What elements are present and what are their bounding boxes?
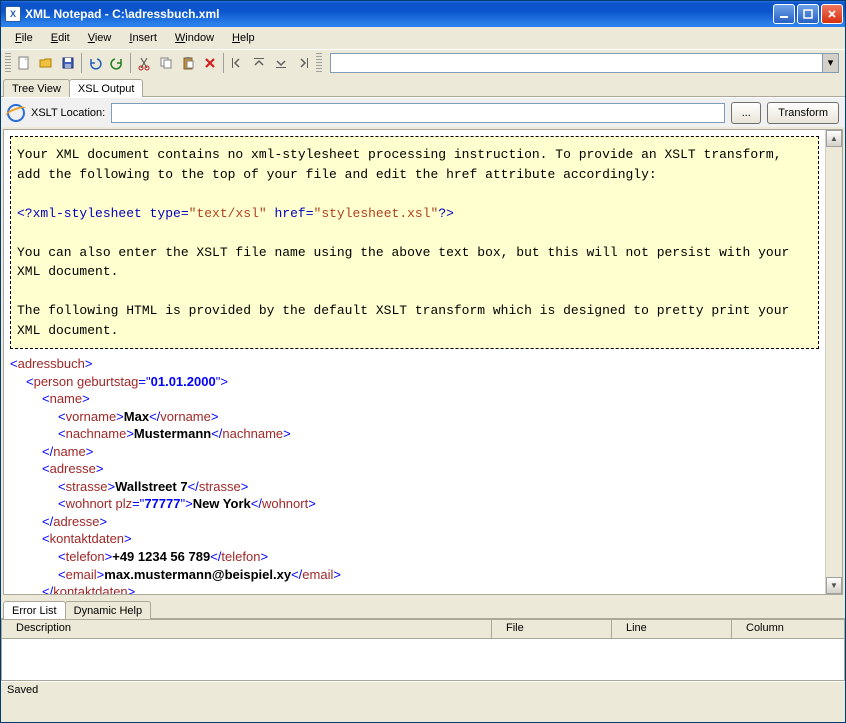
copy-icon[interactable] — [155, 52, 177, 74]
xml-pretty-print: <adressbuch> <person geburtstag="01.01.2… — [10, 355, 819, 594]
nudge-left-icon[interactable] — [226, 52, 248, 74]
redo-icon[interactable] — [106, 52, 128, 74]
toolbar: ▾ — [1, 49, 845, 75]
col-file[interactable]: File — [492, 620, 612, 638]
minimize-button[interactable] — [773, 4, 795, 24]
new-icon[interactable] — [13, 52, 35, 74]
open-icon[interactable] — [35, 52, 57, 74]
col-line[interactable]: Line — [612, 620, 732, 638]
tab-tree-view[interactable]: Tree View — [3, 79, 70, 97]
notice-p3: The following HTML is provided by the de… — [17, 301, 812, 340]
error-grid-header: Description File Line Column — [1, 619, 845, 639]
ie-icon — [7, 104, 25, 122]
tab-xsl-output[interactable]: XSL Output — [69, 79, 143, 97]
app-icon: X — [5, 6, 21, 22]
close-button[interactable] — [821, 4, 843, 24]
bottom-tabs: Error List Dynamic Help — [1, 597, 845, 619]
xslt-location-label: XSLT Location: — [31, 107, 105, 119]
menu-view[interactable]: View — [80, 30, 120, 46]
paste-icon[interactable] — [177, 52, 199, 74]
toolbar-grip[interactable] — [5, 53, 11, 73]
menu-window[interactable]: Window — [167, 30, 222, 46]
save-icon[interactable] — [57, 52, 79, 74]
xslt-location-bar: XSLT Location: ... Transform — [1, 97, 845, 127]
tab-error-list[interactable]: Error List — [3, 601, 66, 619]
notice-code: <?xml-stylesheet type="text/xsl" href="s… — [17, 204, 812, 224]
tab-dynamic-help[interactable]: Dynamic Help — [65, 601, 151, 619]
scrollbar[interactable]: ▲ ▼ — [825, 130, 842, 594]
menu-insert[interactable]: Insert — [121, 30, 165, 46]
notice-p2: You can also enter the XSLT file name us… — [17, 243, 812, 282]
transform-button[interactable]: Transform — [767, 102, 839, 124]
status-text: Saved — [7, 684, 38, 696]
menu-file[interactable]: File — [7, 30, 41, 46]
xslt-location-input[interactable] — [111, 103, 725, 123]
scroll-down-icon[interactable]: ▼ — [826, 577, 842, 594]
output-panel: Your XML document contains no xml-styles… — [3, 129, 843, 595]
view-tabs: Tree View XSL Output — [1, 75, 845, 97]
address-box: ▾ — [330, 53, 839, 73]
error-grid-body — [1, 639, 845, 681]
col-column[interactable]: Column — [732, 620, 844, 638]
cut-icon[interactable] — [133, 52, 155, 74]
menu-bar: File Edit View Insert Window Help — [1, 27, 845, 49]
address-input[interactable] — [331, 54, 822, 72]
nudge-right-icon[interactable] — [292, 52, 314, 74]
toolbar-grip-2[interactable] — [316, 53, 322, 73]
col-description[interactable]: Description — [2, 620, 492, 638]
scroll-up-icon[interactable]: ▲ — [826, 130, 842, 147]
notice-p1: Your XML document contains no xml-styles… — [17, 145, 812, 184]
maximize-button[interactable] — [797, 4, 819, 24]
window-title: XML Notepad - C:\adressbuch.xml — [25, 7, 773, 21]
notice-box: Your XML document contains no xml-styles… — [10, 136, 819, 349]
nudge-up-icon[interactable] — [248, 52, 270, 74]
title-bar: X XML Notepad - C:\adressbuch.xml — [1, 1, 845, 27]
menu-edit[interactable]: Edit — [43, 30, 78, 46]
browse-button[interactable]: ... — [731, 102, 761, 124]
address-dropdown-icon[interactable]: ▾ — [822, 54, 838, 72]
status-bar: Saved — [1, 681, 845, 701]
menu-help[interactable]: Help — [224, 30, 263, 46]
nudge-down-icon[interactable] — [270, 52, 292, 74]
delete-icon[interactable] — [199, 52, 221, 74]
undo-icon[interactable] — [84, 52, 106, 74]
